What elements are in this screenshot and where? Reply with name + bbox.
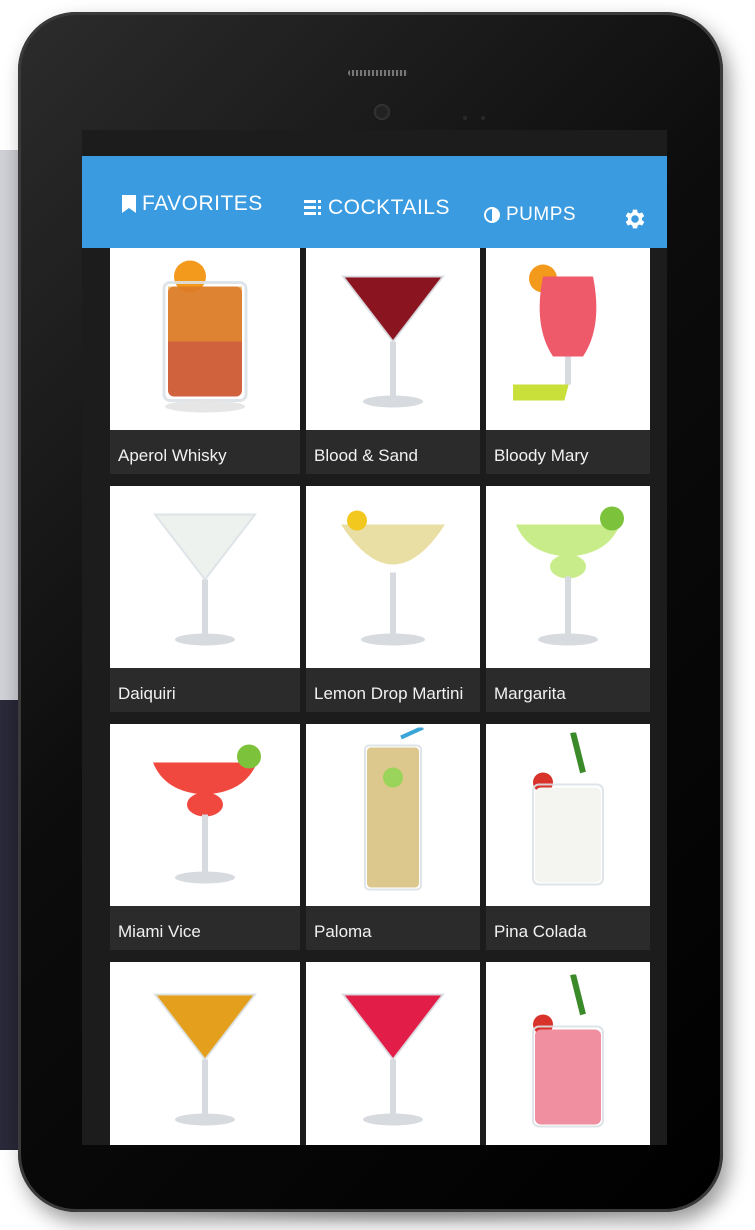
cocktail-image [110, 248, 300, 430]
martini-glass-icon [333, 975, 453, 1140]
collins-glass-icon [353, 725, 433, 903]
margarita-glass-icon [508, 495, 628, 660]
cocktail-image [306, 962, 480, 1145]
cocktail-card[interactable]: Margarita [486, 486, 650, 712]
tumbler-icon [513, 973, 623, 1140]
tab-pumps-label: PUMPS [506, 204, 577, 225]
cocktail-image [110, 724, 300, 906]
tumbler-icon [513, 731, 623, 898]
cocktail-card[interactable]: Blood & Sand [306, 248, 480, 474]
cocktail-image [486, 724, 650, 906]
sensor-dot [481, 116, 485, 120]
cocktail-name: Aperol Whisky [118, 446, 227, 465]
cocktail-card[interactable]: Daiquiri [110, 486, 300, 712]
cocktail-name: Blood & Sand [314, 446, 418, 465]
cocktail-name: Margarita [494, 684, 566, 703]
front-camera [374, 104, 390, 120]
cocktail-name: Paloma [314, 922, 372, 941]
cocktail-card[interactable]: Aperol Whisky [110, 248, 300, 474]
tab-cocktails-label: COCKTAILS [328, 196, 450, 219]
tab-pumps[interactable]: PUMPS [484, 204, 576, 226]
cocktail-image [110, 486, 300, 668]
cocktail-name: Bloody Mary [494, 446, 589, 465]
cocktail-name: Miami Vice [118, 922, 201, 941]
sensor-dot [463, 116, 467, 120]
cocktail-card[interactable]: Bloody Mary [486, 248, 650, 474]
list-icon [304, 199, 322, 217]
cocktail-name: Daiquiri [118, 684, 176, 703]
settings-button[interactable] [622, 206, 648, 232]
tab-favorites[interactable]: FAVORITES [122, 192, 263, 216]
margarita-glass-icon [145, 733, 265, 898]
cocktail-image [486, 248, 650, 430]
highball-icon [150, 257, 260, 422]
cocktail-image [306, 724, 480, 906]
martini-glass-icon [145, 495, 265, 660]
tablet-device: FAVORITES COCKTAILS PUMPS Aperol Whisky … [18, 12, 723, 1212]
cocktail-card[interactable] [486, 962, 650, 1145]
cocktail-image [486, 962, 650, 1145]
cocktail-card[interactable] [306, 962, 480, 1145]
martini-glass-icon [333, 257, 453, 422]
half-circle-icon [484, 207, 500, 223]
tab-cocktails[interactable]: COCKTAILS [304, 196, 450, 220]
tab-favorites-label: FAVORITES [142, 192, 263, 215]
martini-glass-icon [145, 975, 265, 1140]
cocktail-card[interactable] [110, 962, 300, 1145]
hurricane-glass-icon [494, 257, 623, 422]
cocktail-image [306, 248, 480, 430]
cocktail-name: Pina Colada [494, 922, 587, 941]
cocktail-image [110, 962, 300, 1145]
cocktail-card[interactable]: Pina Colada [486, 724, 650, 950]
cocktail-card[interactable]: Miami Vice [110, 724, 300, 950]
app-bar: FAVORITES COCKTAILS PUMPS [82, 156, 667, 248]
speaker-grille [348, 70, 408, 76]
cocktail-image [486, 486, 650, 668]
app-screen: FAVORITES COCKTAILS PUMPS Aperol Whisky … [82, 130, 667, 1145]
gear-icon [622, 209, 648, 236]
coupe-glass-icon [333, 495, 453, 660]
cocktail-grid: Aperol Whisky Blood & Sand Bloody Mary D… [110, 248, 650, 1145]
cocktail-image [306, 486, 480, 668]
bookmark-icon [122, 195, 136, 213]
cocktail-name: Lemon Drop Martini [314, 684, 464, 703]
cocktail-card[interactable]: Paloma [306, 724, 480, 950]
cocktail-card[interactable]: Lemon Drop Martini [306, 486, 480, 712]
